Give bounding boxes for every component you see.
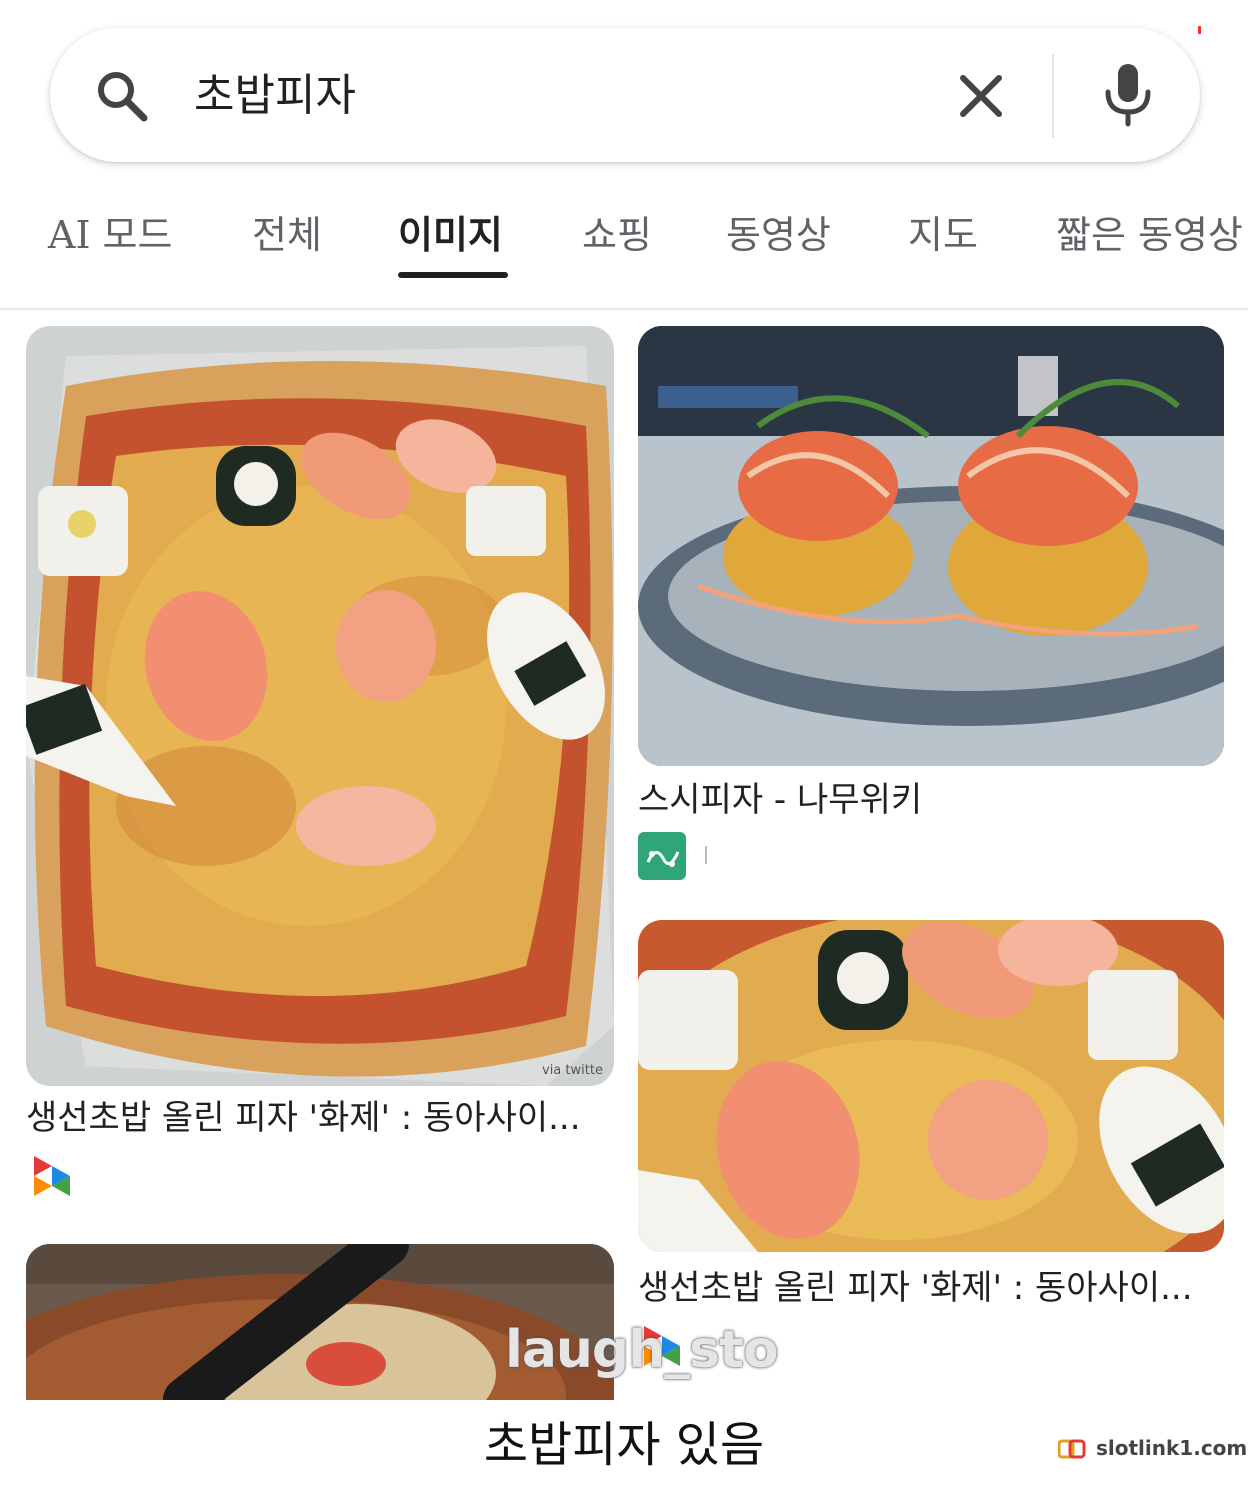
result-image-sushi-pizza-2[interactable] [638,920,1224,1252]
search-icon[interactable] [92,66,152,126]
tab-shopping[interactable]: 쇼핑 [582,210,652,260]
donga-logo-icon [34,1156,70,1196]
source-divider [705,846,707,864]
search-divider [1052,54,1054,138]
clear-icon[interactable] [955,70,1007,122]
tab-maps[interactable]: 지도 [908,210,978,260]
tabs-divider [0,308,1248,310]
slotlink-logo-icon [1058,1439,1086,1459]
watermark-text: laugh_sto [505,1320,779,1380]
result-caption[interactable]: 생선초밥 올린 피자 '화제' : 동아사이... [26,1096,614,1140]
search-input[interactable]: 초밥피자 [194,66,356,126]
tab-short-videos[interactable]: 짧은 동영상 [1056,210,1243,260]
result-image-sushi-pizza[interactable]: via twitte [26,326,614,1086]
tab-videos[interactable]: 동영상 [726,210,831,260]
tab-ai-mode[interactable]: AI 모드 [48,210,172,260]
site-watermark: slotlink1.com [1096,1436,1248,1460]
result-caption[interactable]: 스시피자 - 나무위키 [638,778,1224,822]
mic-icon[interactable] [1100,62,1156,128]
search-tabs: AI 모드 전체 이미지 쇼핑 동영상 지도 짧은 동영상 [0,190,1248,308]
result-image-crispy-rice[interactable] [638,326,1224,766]
image-text-via: via twitte [542,1063,603,1078]
tab-images[interactable]: 이미지 [398,210,503,260]
result-caption[interactable]: 생선초밥 올린 피자 '화제' : 동아사이... [638,1266,1224,1310]
status-dot [1198,26,1201,34]
active-tab-indicator [398,272,508,278]
namuwiki-logo-icon [638,832,686,880]
tab-all[interactable]: 전체 [252,210,322,260]
